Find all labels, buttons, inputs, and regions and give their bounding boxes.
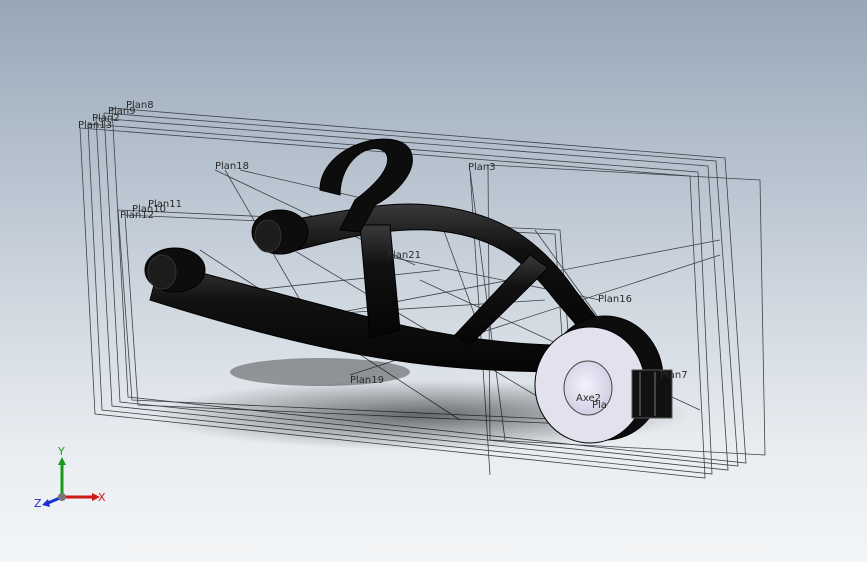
z-axis-label: Z xyxy=(34,497,42,510)
x-axis-label: X xyxy=(98,491,106,504)
z-axis-arrow xyxy=(42,499,50,507)
plane-label: Plan3 xyxy=(468,162,496,173)
graphics-area[interactable]: Plan8 Plan9 Plan2 Plan13 Plan18 Plan3 Pl… xyxy=(0,0,867,562)
plane-label: Plan18 xyxy=(215,161,249,172)
plane-label: Plan12 xyxy=(120,210,154,221)
rear-bushing-bore xyxy=(254,219,282,253)
axis-feature-label: Axe2 xyxy=(576,393,601,404)
plane-label: Plan13 xyxy=(78,120,112,131)
y-axis-arrow xyxy=(58,457,66,465)
sketch-line xyxy=(239,169,371,201)
view-triad[interactable]: X Y Z xyxy=(34,445,106,510)
front-bushing-bore xyxy=(147,254,177,290)
plane-label: Plan21 xyxy=(387,250,421,261)
y-axis-label: Y xyxy=(57,445,65,458)
plane-label: Plan16 xyxy=(598,294,632,305)
plane-label: Plan7 xyxy=(660,370,688,381)
triad-origin xyxy=(58,493,66,501)
3d-viewport[interactable]: Plan8 Plan9 Plan2 Plan13 Plan18 Plan3 Pl… xyxy=(0,0,867,562)
plane-label: Plan19 xyxy=(350,375,384,386)
